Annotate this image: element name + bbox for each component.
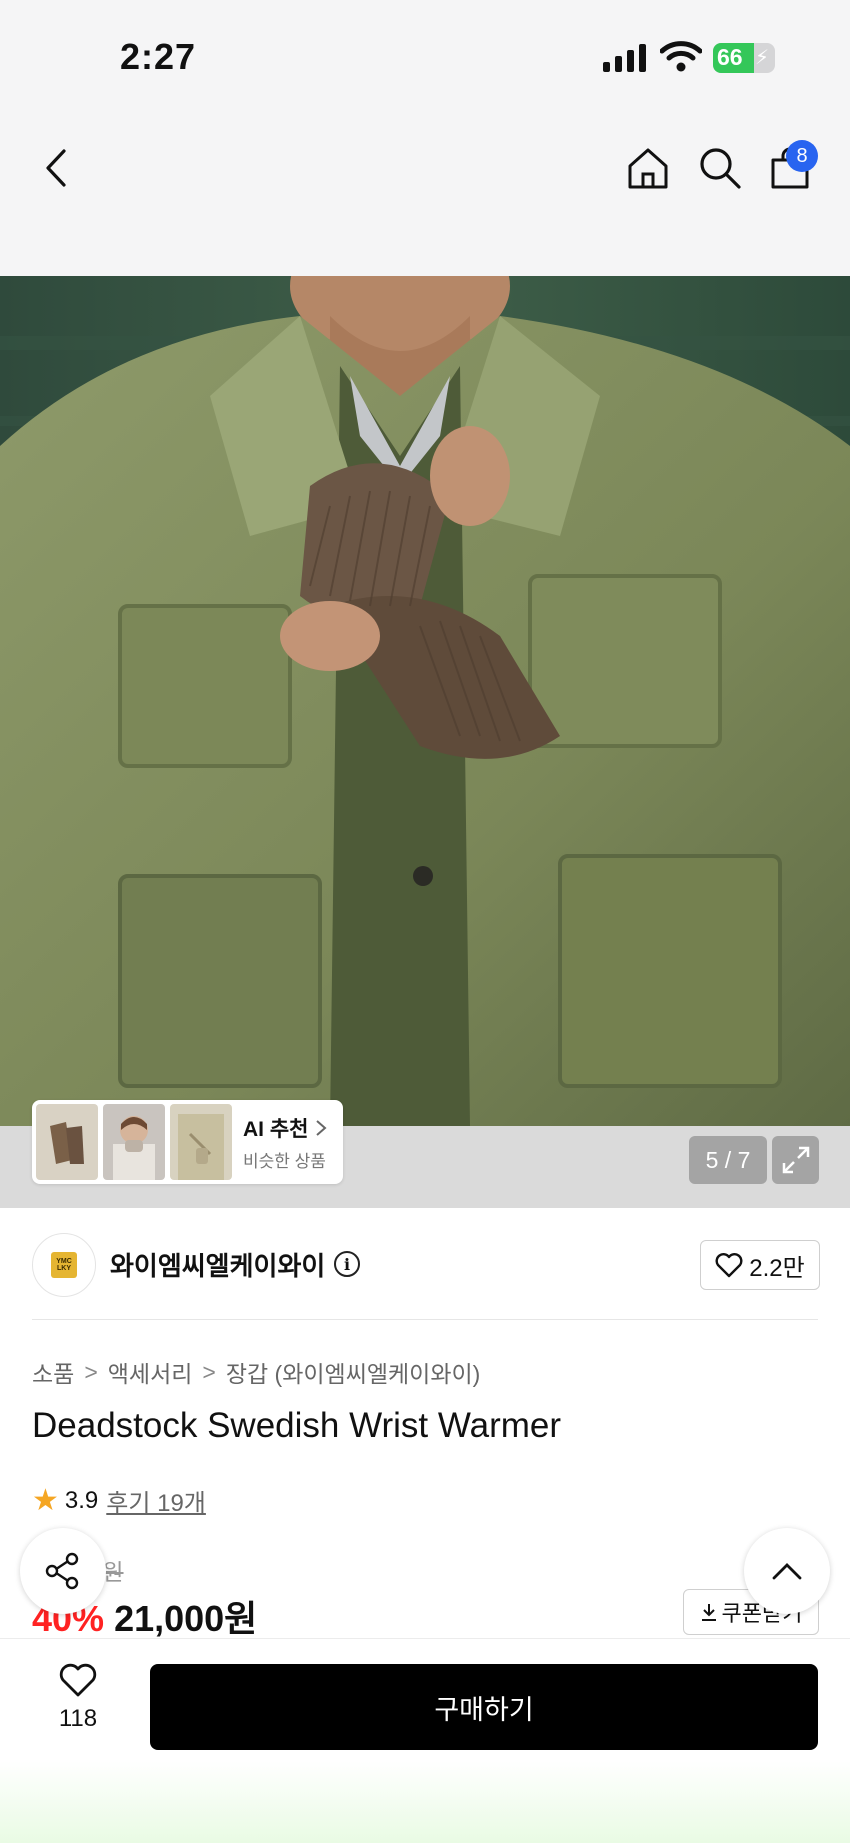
status-time: 2:27 xyxy=(120,36,197,77)
product-image[interactable] xyxy=(0,276,850,1126)
scroll-top-button[interactable] xyxy=(744,1528,830,1614)
product-title: Deadstock Swedish Wrist Warmer xyxy=(32,1406,562,1445)
ai-recommend-label: AI 추천 xyxy=(243,1117,309,1141)
share-button[interactable] xyxy=(20,1528,106,1614)
buy-button[interactable]: 구매하기 xyxy=(150,1664,818,1750)
cart-count-badge: 8 xyxy=(786,140,818,172)
share-icon xyxy=(45,1552,79,1590)
info-icon[interactable]: i xyxy=(334,1251,360,1277)
expand-icon[interactable] xyxy=(772,1136,819,1184)
download-icon xyxy=(701,1604,716,1621)
breadcrumb-item[interactable]: 장갑 (와이엠씨엘케이와이) xyxy=(226,1355,480,1389)
store-name[interactable]: 와이엠씨엘케이와이 xyxy=(110,1246,325,1283)
chevron-up-icon xyxy=(772,1563,802,1580)
breadcrumb-item[interactable]: 액세서리 xyxy=(108,1355,193,1389)
store-logo[interactable]: YMC LKY xyxy=(32,1233,96,1297)
store-like-count: 2.2만 xyxy=(749,1254,805,1282)
wishlist-button[interactable]: 118 xyxy=(46,1662,110,1733)
wifi-icon xyxy=(660,41,702,72)
image-counter: 5 / 7 xyxy=(689,1136,767,1184)
signal-icon xyxy=(603,44,646,72)
store-logo-mark: YMC LKY xyxy=(51,1252,77,1278)
charging-icon: ⚡ xyxy=(754,47,769,69)
chevron-right-icon: > xyxy=(202,1358,216,1385)
heart-icon xyxy=(715,1253,743,1278)
chevron-right-icon: > xyxy=(84,1358,98,1385)
breadcrumb: 소품 > 액세서리 > 장갑 (와이엠씨엘케이와이) xyxy=(32,1355,480,1389)
store-like-button[interactable]: 2.2만 xyxy=(700,1240,820,1290)
sale-price: 21,000원 xyxy=(114,1598,258,1639)
ai-recommend-card[interactable]: AI 추천 비슷한 상품 xyxy=(32,1100,343,1184)
review-link[interactable]: 후기 19개 xyxy=(106,1483,206,1518)
top-nav xyxy=(0,110,850,276)
home-icon[interactable] xyxy=(624,144,672,192)
rating-value: 3.9 xyxy=(64,1486,99,1514)
battery-indicator: 66 ⚡ xyxy=(713,43,775,73)
heart-icon xyxy=(59,1663,97,1697)
rating: ★ 3.9 후기 19개 xyxy=(32,1483,206,1518)
search-icon[interactable] xyxy=(696,144,744,192)
wish-count: 118 xyxy=(58,1705,98,1732)
ai-recommend-sub: 비슷한 상품 xyxy=(243,1151,326,1171)
breadcrumb-item[interactable]: 소품 xyxy=(32,1355,74,1389)
ai-thumb-2[interactable] xyxy=(103,1104,165,1180)
chevron-right-icon xyxy=(316,1119,328,1136)
divider xyxy=(32,1319,818,1320)
battery-level: 66 xyxy=(717,44,743,70)
ai-thumb-1[interactable] xyxy=(36,1104,98,1180)
back-icon[interactable] xyxy=(36,144,76,192)
star-icon: ★ xyxy=(32,1484,59,1517)
ai-thumb-3[interactable] xyxy=(170,1104,232,1180)
